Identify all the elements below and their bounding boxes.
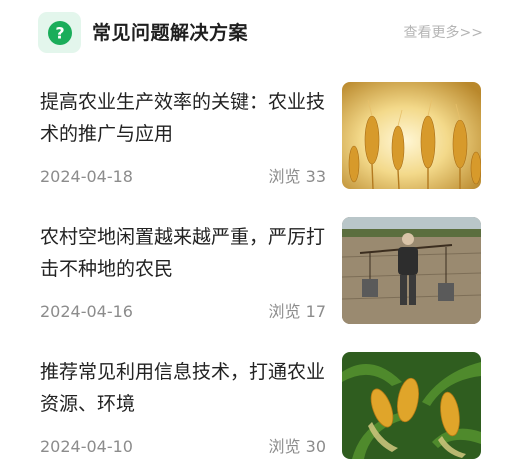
farmer-carrying-buckets-image[interactable]: [342, 217, 481, 324]
article-views: 浏览 30: [268, 437, 326, 456]
article-item[interactable]: 农村空地闲置越来越严重，严厉打击不种地的农民 2024-04-16 浏览 17: [0, 217, 521, 351]
wheat-field-image[interactable]: [342, 82, 481, 189]
article-date: 2024-04-10: [40, 437, 133, 456]
article-item[interactable]: 提高农业生产效率的关键：农业技术的推广与应用 2024-04-18 浏览 33: [0, 82, 521, 216]
section-header: ? 常见问题解决方案 查看更多>>: [0, 0, 521, 66]
view-more-link[interactable]: 查看更多>>: [404, 23, 483, 43]
article-views: 浏览 33: [268, 167, 326, 186]
article-title[interactable]: 提高农业生产效率的关键：农业技术的推广与应用: [40, 86, 330, 150]
article-views: 浏览 17: [268, 302, 326, 321]
article-date: 2024-04-16: [40, 302, 133, 321]
svg-text:?: ?: [55, 23, 64, 42]
article-title[interactable]: 推荐常见利用信息技术，打通农业资源、环境: [40, 356, 330, 420]
section-title: 常见问题解决方案: [92, 22, 249, 44]
corn-field-image[interactable]: [342, 352, 481, 459]
article-item[interactable]: 推荐常见利用信息技术，打通农业资源、环境 2024-04-10 浏览 30: [0, 352, 521, 474]
question-mark-icon: ?: [38, 12, 81, 53]
article-title[interactable]: 农村空地闲置越来越严重，严厉打击不种地的农民: [40, 221, 330, 285]
faq-panel: ? 常见问题解决方案 查看更多>> 提高农业生产效率的关键：农业技术的推广与应用…: [0, 0, 521, 474]
article-date: 2024-04-18: [40, 167, 133, 186]
